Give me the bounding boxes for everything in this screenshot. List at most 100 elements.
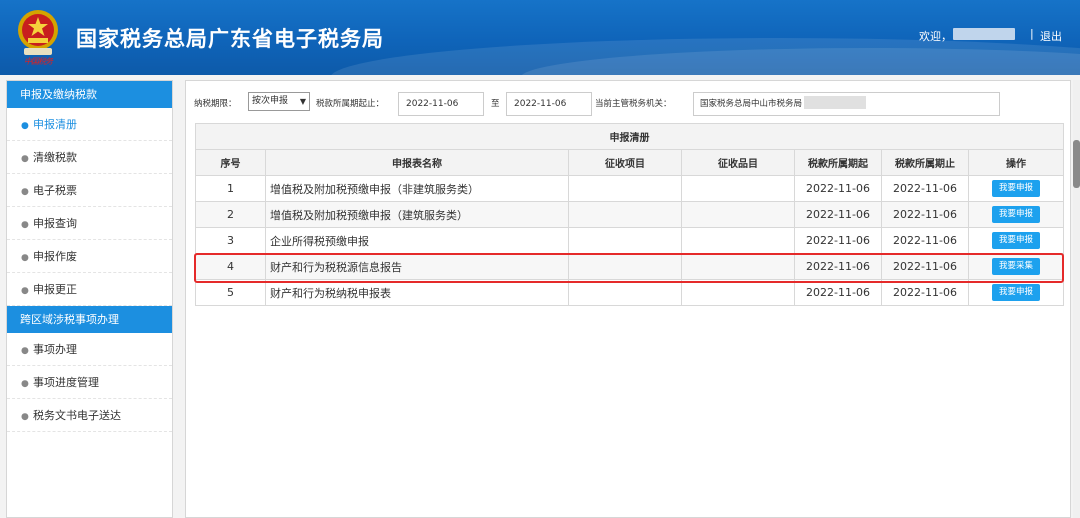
row-item xyxy=(568,227,682,254)
sidebar: 申报及缴纳税款 ● 申报清册 ● 清缴税款 ● 电子税票 ● 申报查询 ● 申报作废 ● 申… xyxy=(6,80,173,518)
table-row: 2 增值税及附加税预缴申报（建筑服务类） 2022-11-06 2022-11-… xyxy=(195,201,1065,228)
bullet-icon: ● xyxy=(21,253,29,263)
table-caption: 申报清册 xyxy=(194,123,1065,150)
table-row: 4 财产和行为税税源信息报告 2022-11-06 2022-11-06 我要采… xyxy=(195,253,1065,280)
declare-button[interactable]: 我要申报 xyxy=(992,284,1041,301)
row-no: 1 xyxy=(195,175,266,202)
row-to: 2022-11-06 xyxy=(881,227,969,254)
sidebar-item-declare-list[interactable]: ● 申报清册 xyxy=(7,108,172,141)
col-header-from: 税款所属期起 xyxy=(794,149,882,176)
sidebar-item-label: 事项进度管理 xyxy=(33,376,99,389)
sidebar-item-label: 申报更正 xyxy=(33,283,77,296)
row-sub xyxy=(681,279,795,306)
period-label: 纳税期限： xyxy=(194,99,237,109)
row-no: 2 xyxy=(195,201,266,228)
row-to: 2022-11-06 xyxy=(881,175,969,202)
redacted-org xyxy=(804,96,866,109)
declare-button[interactable]: 我要申报 xyxy=(992,232,1041,249)
row-action-cell: 我要采集 xyxy=(967,253,1065,280)
bullet-icon: ● xyxy=(21,379,29,389)
row-no: 4 xyxy=(195,253,266,280)
sidebar-item-label: 申报清册 xyxy=(33,118,77,131)
row-item xyxy=(568,175,682,202)
col-header-action: 操作 xyxy=(967,149,1065,176)
row-from: 2022-11-06 xyxy=(794,279,882,306)
sidebar-item-declare-query[interactable]: ● 申报查询 xyxy=(7,207,172,240)
sidebar-item-label: 事项办理 xyxy=(33,343,77,356)
sidebar-item-declare-void[interactable]: ● 申报作废 xyxy=(7,240,172,273)
bullet-icon: ● xyxy=(21,286,29,296)
table-row: 1 增值税及附加税预缴申报（非建筑服务类） 2022-11-06 2022-11… xyxy=(195,175,1065,202)
date-from-input[interactable]: 2022-11-06 xyxy=(398,92,484,116)
row-to: 2022-11-06 xyxy=(881,279,969,306)
row-action-cell: 我要申报 xyxy=(967,201,1065,228)
date-to-input[interactable]: 2022-11-06 xyxy=(506,92,592,116)
sidebar-item-matter-handle[interactable]: ● 事项办理 xyxy=(7,333,172,366)
row-from: 2022-11-06 xyxy=(794,201,882,228)
col-header-no: 序号 xyxy=(195,149,266,176)
period-select-value: 按次申报 xyxy=(252,96,289,106)
separator: | xyxy=(1030,27,1034,40)
sidebar-group-declare[interactable]: 申报及缴纳税款 xyxy=(7,81,172,108)
row-sub xyxy=(681,175,795,202)
bullet-icon: ● xyxy=(21,121,29,131)
table-row: 3 企业所得税预缴申报 2022-11-06 2022-11-06 我要申报 xyxy=(195,227,1065,254)
chevron-down-icon: ▼ xyxy=(299,97,306,106)
row-to: 2022-11-06 xyxy=(881,253,969,280)
sidebar-item-e-document[interactable]: ● 税务文书电子送达 xyxy=(7,399,172,432)
row-item xyxy=(568,201,682,228)
row-no: 5 xyxy=(195,279,266,306)
tax-emblem-icon xyxy=(18,10,58,55)
row-action-cell: 我要申报 xyxy=(967,227,1065,254)
col-header-name: 申报表名称 xyxy=(265,149,569,176)
row-action-cell: 我要申报 xyxy=(967,175,1065,202)
col-header-to: 税款所属期止 xyxy=(881,149,969,176)
row-sub xyxy=(681,227,795,254)
bullet-icon: ● xyxy=(21,220,29,230)
sidebar-item-label: 税务文书电子送达 xyxy=(33,409,121,422)
declare-table: 申报清册 序号 申报表名称 征收项目 征收品目 税款所属期起 税款所属期止 操作… xyxy=(194,123,1065,306)
row-item xyxy=(568,279,682,306)
bullet-icon: ● xyxy=(21,154,29,164)
redacted-username xyxy=(953,28,1015,40)
bullet-icon: ● xyxy=(21,346,29,356)
row-sub xyxy=(681,201,795,228)
row-name: 增值税及附加税预缴申报（建筑服务类） xyxy=(265,201,569,228)
site-title: 国家税务总局广东省电子税务局 xyxy=(76,27,384,51)
sidebar-item-clear-tax[interactable]: ● 清缴税款 xyxy=(7,141,172,174)
sidebar-item-progress[interactable]: ● 事项进度管理 xyxy=(7,366,172,399)
main-panel: 纳税期限： 按次申报 ▼ 税款所属期起止： 2022-11-06 至 2022-… xyxy=(185,80,1071,518)
row-no: 3 xyxy=(195,227,266,254)
bullet-icon: ● xyxy=(21,187,29,197)
table-row: 5 财产和行为税纳税申报表 2022-11-06 2022-11-06 我要申报 xyxy=(195,279,1065,306)
col-header-sub: 征收品目 xyxy=(681,149,795,176)
row-from: 2022-11-06 xyxy=(794,253,882,280)
sidebar-item-label: 申报查询 xyxy=(33,217,77,230)
sidebar-item-e-ticket[interactable]: ● 电子税票 xyxy=(7,174,172,207)
sidebar-item-label: 电子税票 xyxy=(33,184,77,197)
declare-button[interactable]: 我要申报 xyxy=(992,180,1041,197)
row-from: 2022-11-06 xyxy=(794,175,882,202)
row-action-cell: 我要申报 xyxy=(967,279,1065,306)
date-range-label: 税款所属期起止： xyxy=(316,99,385,109)
scrollbar-thumb[interactable] xyxy=(1073,140,1080,188)
row-to: 2022-11-06 xyxy=(881,201,969,228)
row-name: 财产和行为税纳税申报表 xyxy=(265,279,569,306)
emblem-caption: 中国税务 xyxy=(24,57,53,66)
date-to-label: 至 xyxy=(491,99,500,109)
sidebar-group-cross-region[interactable]: 跨区域涉税事项办理 xyxy=(7,306,172,333)
logout-link[interactable]: 退出 xyxy=(1040,28,1062,44)
sidebar-item-declare-correct[interactable]: ● 申报更正 xyxy=(7,273,172,306)
org-label: 当前主管税务机关： xyxy=(595,99,672,109)
period-select[interactable]: 按次申报 ▼ xyxy=(248,92,310,111)
collect-button[interactable]: 我要采集 xyxy=(992,258,1041,275)
row-name: 企业所得税预缴申报 xyxy=(265,227,569,254)
row-name: 增值税及附加税预缴申报（非建筑服务类） xyxy=(265,175,569,202)
col-header-item: 征收项目 xyxy=(568,149,682,176)
row-from: 2022-11-06 xyxy=(794,227,882,254)
declare-button[interactable]: 我要申报 xyxy=(992,206,1041,223)
welcome-text: 欢迎， xyxy=(919,30,952,43)
filter-bar: 纳税期限： 按次申报 ▼ 税款所属期起止： 2022-11-06 至 2022-… xyxy=(186,81,1070,121)
top-banner: 中国税务 国家税务总局广东省电子税务局 欢迎， | 退出 xyxy=(0,0,1080,75)
sidebar-item-label: 申报作废 xyxy=(33,250,77,263)
